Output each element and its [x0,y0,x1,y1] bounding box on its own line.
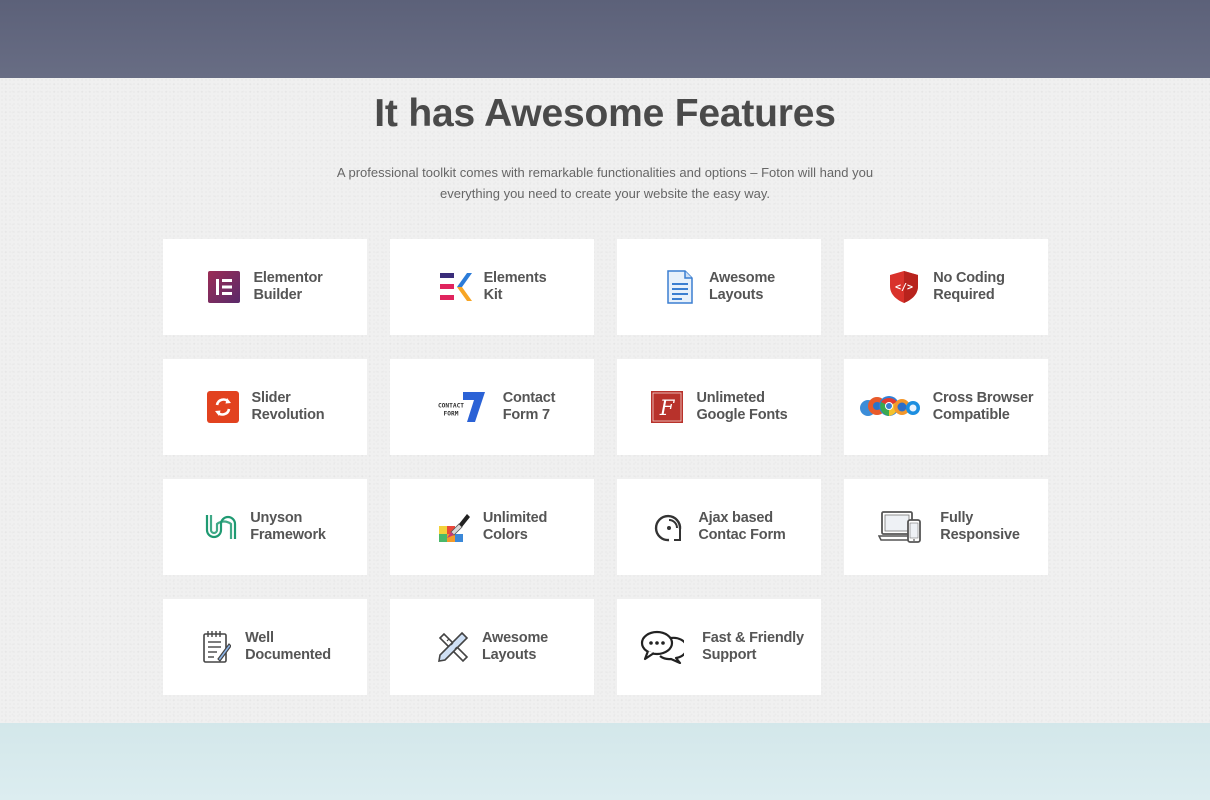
feature-label: Cross Browser Compatible [932,390,1034,423]
code-shield-icon: </> [887,270,921,304]
feature-card-awesome-layouts-tools[interactable]: Awesome Layouts [390,599,594,695]
ajax-icon [652,510,686,544]
elementor-icon [207,270,241,304]
feature-label: Awesome Layouts [481,630,549,663]
svg-text:</>: </> [895,282,913,293]
feature-label: No Coding Required [933,270,1005,303]
unyson-icon [204,510,238,544]
bottom-band [0,723,1210,800]
design-tools-icon [436,630,470,664]
feature-label: Unlimited Colors [482,510,548,543]
svg-text:CONTACT: CONTACT [438,403,464,410]
devices-icon [872,510,928,544]
feature-card-fully-responsive[interactable]: Fully Responsive [844,479,1048,575]
feature-card-well-documented[interactable]: Well Documented [163,599,367,695]
feature-label: Elements Kit [483,270,547,303]
feature-label: Well Documented [245,630,331,663]
feature-label: Slider Revolution [251,390,325,423]
feature-label: Unyson Framework [250,510,326,543]
feature-card-awesome-layouts[interactable]: Awesome Layouts [617,239,821,335]
feature-label: Elementor Builder [253,270,323,303]
feature-card-unyson-framework[interactable]: Unyson Framework [163,479,367,575]
notepad-icon [199,630,233,664]
feature-card-unlimited-colors[interactable]: Unlimited Colors [390,479,594,575]
google-fonts-icon: F [650,390,684,424]
feature-card-elements-kit[interactable]: Elements Kit [390,239,594,335]
paint-brush-icon [437,510,471,544]
feature-label: Fully Responsive [940,510,1020,543]
feature-label: Ajax based Contac Form [698,510,786,543]
feature-card-ajax-contact-form[interactable]: Ajax based Contac Form [617,479,821,575]
feature-label: Fast & Friendly Support [702,630,804,663]
top-band [0,0,1210,78]
section-title: It has Awesome Features [374,92,836,135]
subtitle-line-2: everything you need to create your websi… [439,186,770,201]
svg-text:F: F [659,396,676,420]
elements-kit-icon [438,270,472,304]
slider-revolution-icon [206,390,240,424]
feature-card-no-coding-required[interactable]: </> No Coding Required [844,239,1048,335]
feature-card-fast-friendly-support[interactable]: Fast & Friendly Support [617,599,821,695]
section-subtitle: A professional toolkit comes with remark… [330,162,880,204]
feature-card-cross-browser[interactable]: Cross Browser Compatible [844,359,1048,455]
svg-text:FORM: FORM [443,411,458,418]
features-grid: Elementor Builder Elements Kit Awesome L… [163,239,1048,695]
feature-label: Contact Form 7 [502,390,556,423]
feature-card-google-fonts[interactable]: F Unlimeted Google Fonts [617,359,821,455]
feature-label: Awesome Layouts [708,270,776,303]
feature-card-elementor-builder[interactable]: Elementor Builder [163,239,367,335]
subtitle-line-1: A professional toolkit comes with remark… [336,165,874,180]
contact-form-7-icon: CONTACT FORM [429,390,491,424]
feature-label: Unlimeted Google Fonts [696,390,788,423]
browsers-icon [859,390,921,424]
feature-card-slider-revolution[interactable]: Slider Revolution [163,359,367,455]
document-icon [663,270,697,304]
chat-bubbles-icon [634,630,690,664]
feature-card-contact-form-7[interactable]: CONTACT FORM Contact Form 7 [390,359,594,455]
